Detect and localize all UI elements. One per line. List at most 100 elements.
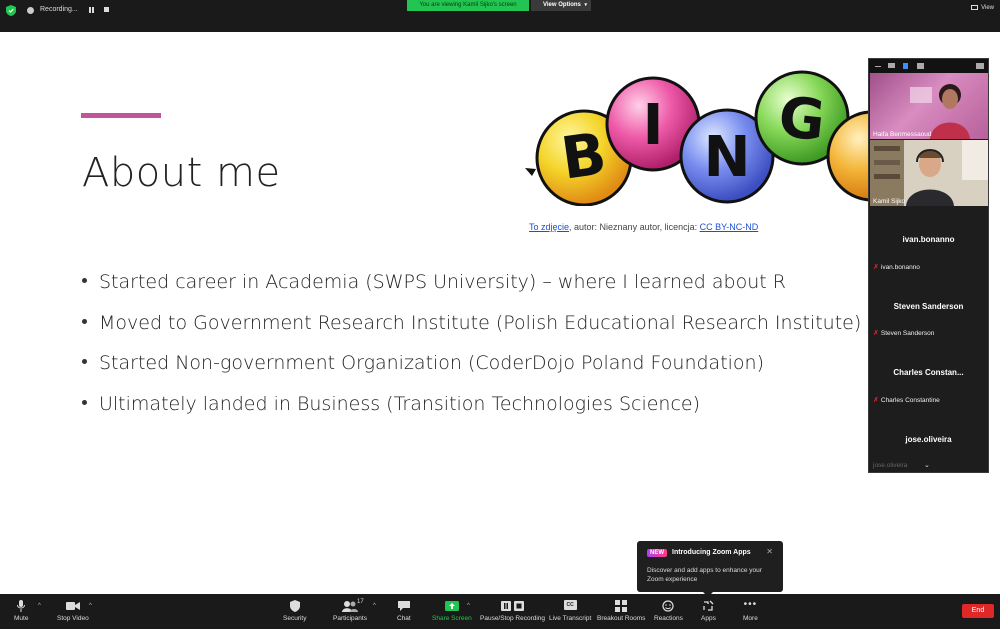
reactions-button[interactable]: Reactions: [654, 600, 683, 622]
stop-recording-icon[interactable]: [104, 7, 109, 12]
smiley-icon: [662, 600, 675, 612]
participant-small-name: ivan.bonanno: [880, 264, 920, 271]
chat-button[interactable]: Chat: [397, 600, 411, 622]
caption-text: , autor: Nieznany autor, licencja:: [569, 222, 700, 232]
security-shield-icon[interactable]: [6, 5, 16, 16]
breakout-rooms-button[interactable]: Breakout Rooms: [597, 600, 645, 622]
bingo-image: B I N G: [525, 70, 868, 206]
strip-view-icon[interactable]: [903, 63, 908, 69]
list-item: Started career in Academia (SWPS Univers…: [82, 271, 861, 312]
participant-name[interactable]: ivan.bonanno: [869, 235, 988, 244]
share-screen-label: Share Screen: [432, 615, 472, 622]
bullet-text: Started career in Academia (SWPS Univers…: [99, 271, 786, 293]
stop-video-button[interactable]: Stop Video: [57, 600, 89, 622]
list-item: Ultimately landed in Business (Transitio…: [82, 393, 861, 434]
participant-label: ✗ Charles Constantine: [873, 396, 940, 404]
live-transcript-label: Live Transcript: [549, 615, 592, 622]
chevron-down-icon[interactable]: ⌄: [924, 461, 930, 469]
more-label: More: [743, 615, 758, 622]
chevron-up-icon[interactable]: ^: [373, 603, 376, 609]
recording-label: Pause/Stop Recording: [480, 615, 546, 622]
grid-view-icon: [971, 5, 979, 10]
participants-label: Participants: [333, 615, 367, 622]
caption-license-link[interactable]: CC BY-NC-ND: [700, 222, 759, 232]
chevron-up-icon[interactable]: ^: [89, 603, 92, 609]
chevron-up-icon[interactable]: ^: [467, 603, 470, 609]
exit-fullscreen-icon[interactable]: [976, 63, 984, 69]
security-label: Security: [283, 615, 307, 622]
chat-label: Chat: [397, 615, 411, 622]
video-tile[interactable]: Kamil Sijko: [870, 140, 988, 206]
chevron-down-icon: ▾: [584, 2, 587, 8]
slide-title: About me: [82, 150, 281, 196]
breakout-rooms-icon: [615, 600, 628, 612]
image-caption: To zdjęcie, autor: Nieznany autor, licen…: [529, 222, 758, 232]
pause-recording-icon[interactable]: [89, 7, 95, 13]
apps-label: Apps: [701, 615, 716, 622]
zoom-meeting-window: Recording... You are viewing Kamil Sijko…: [0, 0, 1000, 629]
view-label: View: [981, 5, 994, 12]
bullet-icon: [82, 278, 87, 283]
participant-video: [870, 140, 988, 206]
view-options-label: View Options: [543, 2, 581, 8]
chevron-up-icon[interactable]: ^: [38, 603, 41, 609]
pause-stop-recording-button[interactable]: Pause/Stop Recording: [480, 600, 545, 622]
speaker-view-icon[interactable]: [888, 63, 895, 68]
list-item: Started Non-government Organization (Cod…: [82, 352, 861, 393]
view-button[interactable]: View: [971, 5, 994, 11]
bullet-icon: [82, 399, 87, 405]
participants-icon: [341, 601, 358, 612]
apps-icon: [703, 600, 714, 611]
bingo-letter-i: I: [643, 93, 664, 158]
meeting-toolbar: Mute ^ Stop Video ^ Security Participant…: [0, 594, 1000, 629]
close-icon[interactable]: ✕: [766, 547, 773, 556]
caption-photo-link[interactable]: To zdjęcie: [529, 222, 569, 232]
breakout-rooms-label: Breakout Rooms: [597, 615, 646, 622]
participant-name[interactable]: Charles Constan...: [869, 368, 988, 377]
bullet-list: Started career in Academia (SWPS Univers…: [82, 271, 861, 433]
new-badge: NEW: [647, 549, 667, 557]
participant-name[interactable]: jose.oliveira: [869, 435, 988, 444]
share-screen-button[interactable]: Share Screen: [432, 600, 472, 622]
view-options-button[interactable]: View Options ▾: [531, 0, 591, 11]
mic-muted-icon: ✗: [873, 397, 879, 404]
mic-muted-icon: ✗: [873, 264, 879, 271]
gallery-view-icon[interactable]: [917, 63, 924, 69]
bullet-text: Started Non-government Organization (Cod…: [99, 352, 764, 374]
participant-label: ✗ Steven Sanderson: [873, 329, 934, 337]
closed-caption-icon: CC: [563, 600, 577, 610]
participant-label: ✗ ivan.bonanno: [873, 263, 920, 271]
chat-bubble-icon: [397, 601, 410, 611]
recording-indicator-icon: [27, 7, 34, 14]
shared-screen: About me B I N G To zdjęcie, autor: Niez…: [0, 32, 1000, 594]
participant-label: jose.oliveira: [873, 462, 907, 469]
live-transcript-button[interactable]: CC Live Transcript: [549, 600, 591, 622]
list-item: Moved to Government Research Institute (…: [82, 312, 861, 353]
notification-body: Discover and add apps to enhance your Zo…: [647, 567, 762, 583]
participant-name-label: Haifa Benmessaoud: [873, 131, 932, 138]
shield-icon: [289, 600, 300, 612]
bingo-letter-b: B: [557, 119, 610, 192]
participant-video: [910, 84, 970, 139]
security-button[interactable]: Security: [283, 600, 306, 622]
microphone-icon: [17, 600, 26, 612]
more-button[interactable]: ••• More: [743, 600, 758, 623]
participants-count: 17: [357, 599, 364, 605]
participant-name[interactable]: Steven Sanderson: [869, 302, 988, 311]
stop-video-label: Stop Video: [57, 615, 89, 622]
share-screen-icon: [444, 601, 459, 611]
minimize-icon[interactable]: [875, 66, 881, 67]
apps-button[interactable]: Apps: [701, 600, 716, 622]
bullet-text: Moved to Government Research Institute (…: [99, 311, 862, 334]
end-meeting-button[interactable]: End: [962, 604, 994, 618]
gallery-toolbar: [869, 59, 988, 73]
reactions-label: Reactions: [654, 615, 683, 622]
mute-button[interactable]: Mute: [14, 600, 28, 622]
video-tile[interactable]: Haifa Benmessaoud: [870, 73, 988, 139]
mute-label: Mute: [14, 615, 29, 622]
bingo-letter-n: N: [704, 125, 751, 190]
bullet-icon: [82, 359, 87, 364]
pause-stop-icon: [500, 601, 524, 611]
participant-gallery: Haifa Benmessaoud Kamil Sijko ivan.bonan…: [868, 58, 989, 473]
participant-name-label: Kamil Sijko: [873, 198, 906, 205]
